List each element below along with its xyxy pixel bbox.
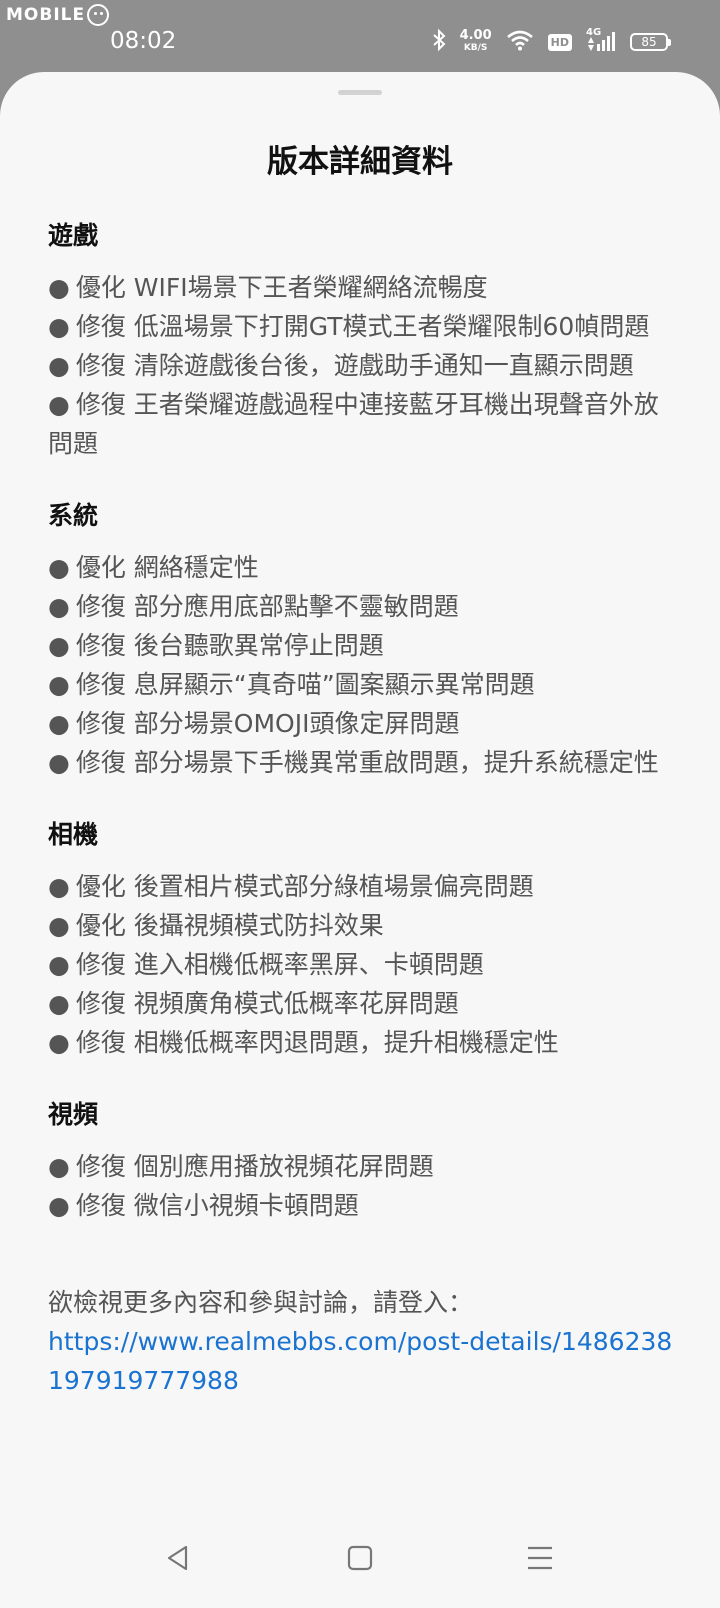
bluetooth-icon (432, 28, 446, 56)
network-speed-unit: KB/S (463, 43, 488, 53)
list-item-text: 優化 WIFI場景下王者榮耀網絡流暢度 (75, 273, 488, 302)
wifi-icon (506, 29, 534, 55)
list-item: ● 優化 後攝視頻模式防抖效果 (48, 906, 678, 945)
bullet-icon: ● (48, 1191, 70, 1220)
list-item-text: 修復 部分場景下手機異常重啟問題，提升系統穩定性 (75, 748, 659, 777)
hd-icon: HD (547, 33, 572, 51)
sheet-title: 版本詳細資料 (267, 144, 453, 180)
signal-label: 4G (586, 27, 602, 38)
bullet-icon: ● (48, 1028, 70, 1057)
navigation-bar (0, 1512, 720, 1608)
bullet-icon: ● (48, 670, 70, 699)
list-item-text: 修復 清除遊戲後台後，遊戲助手通知一直顯示問題 (75, 351, 634, 380)
list-item: ● 修復 後台聽歌異常停止問題 (48, 626, 678, 665)
section-heading: 視頻 (48, 1100, 99, 1129)
bullet-icon: ● (48, 351, 70, 380)
section-system: 系統 ● 優化 網絡穩定性 ● 修復 部分應用底部點擊不靈敏問題 ● 修復 後台聽歌異… (48, 498, 678, 782)
list-item-text: 修復 息屏顯示“真奇喵”圖案顯示異常問題 (75, 670, 535, 699)
release-notes-sheet: 版本詳細資料 遊戲 ● 優化 WIFI場景下王者榮耀網絡流暢度 ● 修復 低溫場景下… (0, 72, 720, 1608)
section-video: 視頻 ● 修復 個別應用播放視頻花屏問題 ● 修復 微信小視頻卡頓問題 (48, 1097, 678, 1225)
bullet-icon: ● (48, 1152, 70, 1181)
section-heading: 系統 (48, 501, 99, 530)
network-speed-value: 4.00 (459, 28, 492, 43)
bullet-icon: ● (48, 748, 70, 777)
list-item-text: 優化 網絡穩定性 (75, 553, 259, 582)
list-item: ● 優化 後置相片模式部分綠植場景偏亮問題 (48, 867, 678, 906)
list-item-text: 修復 部分應用底部點擊不靈敏問題 (75, 592, 459, 621)
battery-icon: 85 (630, 33, 671, 51)
list-item-text: 修復 相機低概率閃退問題，提升相機穩定性 (75, 1028, 559, 1057)
home-button[interactable] (320, 1512, 400, 1608)
list-item: ● 修復 部分場景OMOJI頭像定屏問題 (48, 704, 678, 743)
forum-link[interactable]: https://www.realmebbs.com/post-details/1… (48, 1322, 678, 1400)
list-item: ● 修復 息屏顯示“真奇喵”圖案顯示異常問題 (48, 665, 678, 704)
watermark-text: MOBILE (6, 5, 86, 25)
bullet-icon: ● (48, 390, 70, 419)
list-item-text: 優化 後置相片模式部分綠植場景偏亮問題 (75, 872, 534, 901)
bullet-icon: ● (48, 312, 70, 341)
release-notes-content[interactable]: 遊戲 ● 優化 WIFI場景下王者榮耀網絡流暢度 ● 修復 低溫場景下打開GT模式王… (48, 218, 678, 1588)
list-item-text: 修復 視頻廣角模式低概率花屏問題 (75, 989, 459, 1018)
watermark-face-icon (87, 4, 110, 26)
list-item-text: 修復 王者榮耀遊戲過程中連接藍牙耳機出現聲音外放問題 (48, 390, 659, 458)
status-bar: MOBILE 08:02 4.00 KB/S HD 4G 85 (0, 0, 720, 72)
recents-button[interactable] (500, 1512, 580, 1608)
list-item: ● 優化 網絡穩定性 (48, 548, 678, 587)
bullet-icon: ● (48, 709, 70, 738)
bullet-icon: ● (48, 592, 70, 621)
signal-icon: 4G (586, 27, 616, 53)
list-item: ● 修復 部分場景下手機異常重啟問題，提升系統穩定性 (48, 743, 678, 782)
list-item: ● 修復 個別應用播放視頻花屏問題 (48, 1147, 678, 1186)
list-item: ● 修復 王者榮耀遊戲過程中連接藍牙耳機出現聲音外放問題 (48, 385, 678, 463)
section-games: 遊戲 ● 優化 WIFI場景下王者榮耀網絡流暢度 ● 修復 低溫場景下打開GT模式王… (48, 218, 678, 463)
login-prompt: 欲檢視更多內容和參與討論，請登入： (48, 1288, 474, 1317)
bullet-icon: ● (48, 553, 70, 582)
bullet-icon: ● (48, 911, 70, 940)
list-item-text: 修復 進入相機低概率黑屏、卡頓問題 (75, 950, 484, 979)
bullet-icon: ● (48, 273, 70, 302)
network-speed: 4.00 KB/S (459, 28, 492, 54)
back-button[interactable] (138, 1512, 218, 1608)
home-icon (347, 1545, 373, 1575)
list-item: ● 修復 相機低概率閃退問題，提升相機穩定性 (48, 1023, 678, 1062)
bullet-icon: ● (48, 631, 70, 660)
list-item-text: 修復 低溫場景下打開GT模式王者榮耀限制60幀問題 (75, 312, 650, 341)
section-camera: 相機 ● 優化 後置相片模式部分綠植場景偏亮問題 ● 優化 後攝視頻模式防抖效果 ●… (48, 817, 678, 1062)
list-item: ● 修復 低溫場景下打開GT模式王者榮耀限制60幀問題 (48, 307, 678, 346)
status-icons: 4.00 KB/S HD 4G 85 (432, 27, 671, 56)
list-item-text: 修復 後台聽歌異常停止問題 (75, 631, 384, 660)
list-item: ● 修復 部分應用底部點擊不靈敏問題 (48, 587, 678, 626)
drag-handle[interactable] (338, 90, 382, 95)
back-icon (164, 1544, 192, 1576)
bullet-icon: ● (48, 950, 70, 979)
list-item: ● 修復 清除遊戲後台後，遊戲助手通知一直顯示問題 (48, 346, 678, 385)
list-item: ● 修復 微信小視頻卡頓問題 (48, 1186, 678, 1225)
list-item-text: 優化 後攝視頻模式防抖效果 (75, 911, 384, 940)
section-heading: 遊戲 (48, 221, 99, 250)
list-item-text: 修復 個別應用播放視頻花屏問題 (75, 1152, 434, 1181)
status-time: 08:02 (110, 28, 177, 54)
list-item-text: 修復 微信小視頻卡頓問題 (75, 1191, 359, 1220)
list-item: ● 優化 WIFI場景下王者榮耀網絡流暢度 (48, 268, 678, 307)
list-item-text: 修復 部分場景OMOJI頭像定屏問題 (75, 709, 460, 738)
section-heading: 相機 (48, 820, 99, 849)
menu-icon (526, 1545, 554, 1575)
bullet-icon: ● (48, 872, 70, 901)
bullet-icon: ● (48, 989, 70, 1018)
watermark-logo: MOBILE (6, 4, 110, 26)
list-item: ● 修復 進入相機低概率黑屏、卡頓問題 (48, 945, 678, 984)
list-item: ● 修復 視頻廣角模式低概率花屏問題 (48, 984, 678, 1023)
